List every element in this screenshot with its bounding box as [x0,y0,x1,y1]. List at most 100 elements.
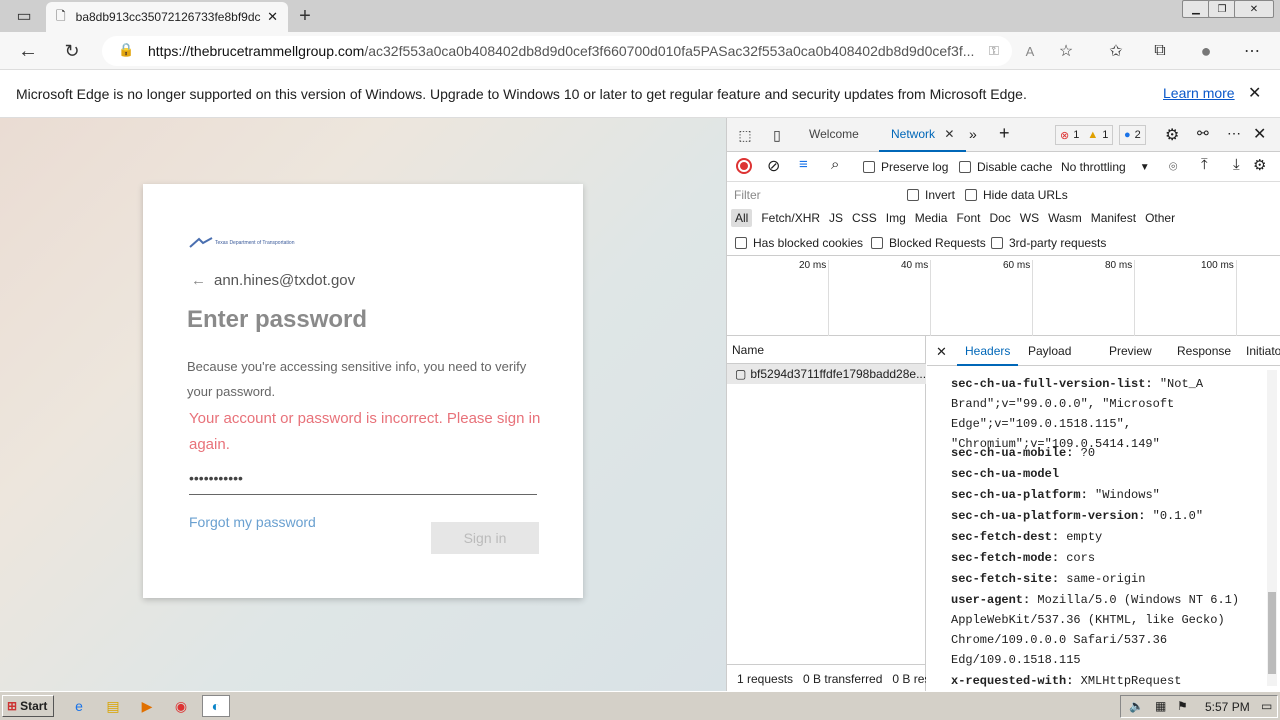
refresh-icon[interactable]: ↻ [58,37,86,65]
import-icon[interactable]: ⤒ [1201,156,1208,173]
address-bar[interactable]: 🔒 https://thebrucetrammellgroup.com/ac32… [102,36,1012,66]
blocked-cookies-checkbox[interactable]: Has blocked cookies [735,236,863,250]
key-icon[interactable]: ⚿ [980,37,1008,65]
type-img[interactable]: Img [886,211,906,225]
type-ws[interactable]: WS [1020,211,1039,225]
header-row: sec-ch-ua-full-version-list: "Not_A Bran… [951,374,1267,454]
tab-response[interactable]: Response [1177,344,1231,358]
header-value: "0.1.0" [1152,509,1204,523]
edge-taskbar-button[interactable]: ◐ [202,695,230,717]
identity-row[interactable]: ← ann.hines@txdot.gov [191,272,355,289]
type-manifest[interactable]: Manifest [1091,211,1136,225]
more-menu-icon[interactable]: ⋯ [1238,37,1266,65]
close-tab-icon[interactable]: ✕ [944,127,954,141]
back-arrow-icon[interactable]: ← [191,272,206,289]
third-party-label: 3rd-party requests [1009,236,1107,250]
tab-close-icon[interactable]: ✕ [267,9,278,25]
ie-icon[interactable]: e [68,695,90,717]
forgot-password-link[interactable]: Forgot my password [189,514,316,530]
header-value: empty [1066,530,1103,544]
maximize-button[interactable]: ❐ [1208,0,1236,18]
issues-counter[interactable]: ⊗ 1 ▲ 1 [1055,125,1114,145]
type-css[interactable]: CSS [852,211,877,225]
lock-icon: 🔒 [118,42,135,57]
third-party-checkbox[interactable]: 3rd-party requests [991,236,1106,250]
close-window-button[interactable]: ✕ [1234,0,1274,18]
tick-80: 80 ms [1105,260,1135,336]
header-value: "Windows" [1095,488,1160,502]
password-field[interactable]: ••••••••••• [189,468,537,495]
tab-network[interactable]: Network ✕ [879,118,967,152]
invert-checkbox[interactable]: Invert [907,188,955,202]
scrollbar-thumb[interactable] [1268,592,1276,674]
type-fetch-xhr[interactable]: Fetch/XHR [761,211,820,225]
tab-strip: ▭ 🗋 ba8db913cc35072126733fe8bf9dc ✕ + ▁ … [0,0,1280,32]
inspect-icon[interactable]: ⬚ [731,121,759,149]
tab-welcome[interactable]: Welcome [809,127,859,141]
type-js[interactable]: JS [829,211,843,225]
clear-icon[interactable]: ⊘ [767,156,780,176]
more-options-icon[interactable]: ⋯ [1227,125,1241,142]
sign-in-button[interactable]: Sign in [431,522,539,554]
type-all[interactable]: All [731,209,753,227]
close-devtools-icon[interactable]: ✕ [1253,124,1266,144]
record-icon[interactable] [736,158,752,174]
tab-preview[interactable]: Preview [1109,344,1152,358]
type-font[interactable]: Font [956,211,980,225]
profile-avatar[interactable]: ● [1192,37,1220,65]
device-toolbar-icon[interactable]: ▯ [763,121,791,149]
disable-cache-checkbox[interactable]: Disable cache [959,160,1052,174]
network-icon[interactable]: ▦ [1155,699,1166,713]
type-other[interactable]: Other [1145,211,1175,225]
favorites-icon[interactable]: ✩ [1102,37,1130,65]
media-player-icon[interactable]: ▶ [136,695,158,717]
minimize-button[interactable]: ▁ [1182,0,1210,18]
tab-actions-icon[interactable]: ▭ [10,2,38,30]
type-media[interactable]: Media [915,211,948,225]
add-tab-icon[interactable]: + [999,123,1010,144]
settings-icon[interactable]: ⚙ [1165,125,1179,145]
clock: 5:57 PM [1205,700,1250,714]
throttling-select[interactable]: No throttling ▼ [1061,160,1150,174]
show-desktop-icon[interactable]: ▭ [1261,699,1272,713]
preserve-log-checkbox[interactable]: Preserve log [863,160,948,174]
connect-icon[interactable]: ⚯ [1197,125,1209,142]
blocked-requests-checkbox[interactable]: Blocked Requests [871,236,986,250]
tab-payload[interactable]: Payload [1028,344,1071,358]
disable-cache-label: Disable cache [977,160,1053,174]
tab-initiator[interactable]: Initiator [1246,344,1280,358]
tab-headers[interactable]: Headers [957,336,1019,366]
flag-icon[interactable]: ⚑ [1177,699,1188,713]
request-row[interactable]: ▢ bf5294d3711ffdfe1798badd28e... [727,364,926,384]
scrollbar[interactable] [1267,370,1277,686]
learn-more-link[interactable]: Learn more [1163,85,1235,101]
filter-icon[interactable]: ≡ [799,156,808,173]
messages-counter[interactable]: ● 2 [1119,125,1146,145]
hide-data-urls-checkbox[interactable]: Hide data URLs [965,188,1068,202]
close-infobar-icon[interactable]: ✕ [1248,83,1261,103]
read-aloud-icon[interactable]: A [1016,37,1044,65]
name-column-header[interactable]: Name [727,336,926,364]
search-icon[interactable]: ⌕ [831,156,839,173]
network-conditions-icon[interactable]: ⌾ [1169,158,1177,175]
back-icon[interactable]: ← [14,37,42,65]
type-doc[interactable]: Doc [989,211,1010,225]
collections-icon[interactable]: ⧉ [1146,37,1174,65]
add-favorite-icon[interactable]: ☆ [1052,37,1080,65]
volume-icon[interactable]: 🔈 [1129,699,1144,713]
start-button[interactable]: ⊞ Start [2,695,54,717]
type-wasm[interactable]: Wasm [1048,211,1082,225]
filter-input[interactable]: Filter [731,186,893,204]
export-icon[interactable]: ⤓ [1233,156,1240,173]
new-tab-icon[interactable]: + [291,2,319,30]
chrome-icon[interactable]: ◉ [170,695,192,717]
header-key: sec-ch-ua-model [951,467,1060,481]
close-details-icon[interactable]: ✕ [936,344,947,360]
header-value: ?0 [1080,446,1096,460]
browser-tab[interactable]: 🗋 ba8db913cc35072126733fe8bf9dc ✕ [46,2,288,32]
network-settings-icon[interactable]: ⚙ [1253,156,1266,174]
explorer-icon[interactable]: ▤ [102,695,124,717]
resource-type-filters: All Fetch/XHR JS CSS Img Media Font Doc … [727,206,1280,230]
url-path: /ac32f553a0ca0b408402db8d9d0cef3f660700d… [364,43,975,59]
more-tabs-icon[interactable]: » [969,126,977,142]
